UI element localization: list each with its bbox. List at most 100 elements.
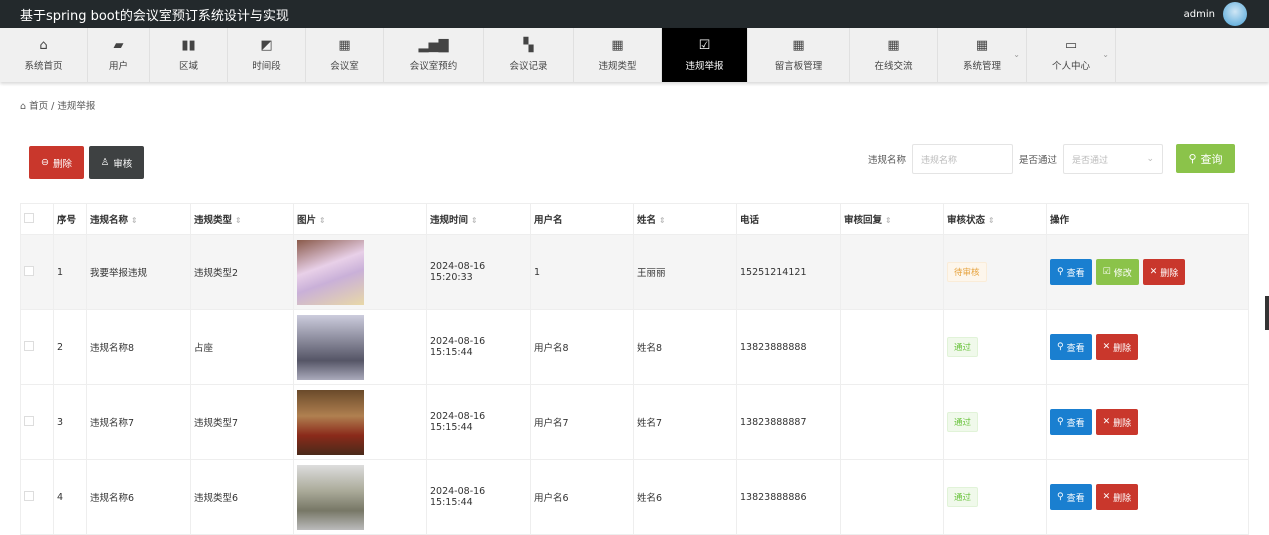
header-label: 序号 xyxy=(57,215,77,226)
breadcrumb-home[interactable]: 首页 xyxy=(29,101,48,112)
type-text: 占座 xyxy=(194,343,214,354)
cell-username: 1 xyxy=(530,234,634,310)
delete-button[interactable]: ✕ 删除 xyxy=(1095,484,1139,510)
pass-filter-placeholder: 是否通过 xyxy=(1072,155,1109,166)
nav-item-11[interactable]: ▦ 系统管理 ⌄ xyxy=(938,28,1027,82)
nav-item-6[interactable]: ▚ 会议记录 xyxy=(484,28,574,82)
audit-button[interactable]: ♙ 审核 xyxy=(89,146,144,179)
breadcrumb-separator: / xyxy=(51,101,55,112)
phone-text: 13823888886 xyxy=(740,491,807,503)
breadcrumb: ⌂ 首页 / 违规举报 xyxy=(20,98,95,112)
cell-realname: 王丽丽 xyxy=(633,234,737,310)
nav-item-3[interactable]: ◩ 时间段 xyxy=(228,28,306,82)
header-label: 违规名称 xyxy=(90,215,129,226)
cell-type: 违规类型2 xyxy=(190,234,294,310)
nav-item-1[interactable]: ▰ 用户 xyxy=(88,28,150,82)
column-header[interactable]: 违规时间 ⇕ xyxy=(426,203,531,235)
cell-name: 违规名称6 xyxy=(86,459,191,535)
column-header[interactable]: 审核回复 ⇕ xyxy=(840,203,944,235)
delete-button[interactable]: ✕ 删除 xyxy=(1142,259,1186,285)
cell-actions: ⚲ 查看 ☑ 修改 ✕ 删除 xyxy=(1046,234,1249,310)
view-button[interactable]: ⚲ 查看 xyxy=(1050,484,1092,510)
column-header[interactable]: 审核状态 ⇕ xyxy=(943,203,1047,235)
cell-no: 3 xyxy=(53,384,87,460)
cell-actions: ⚲ 查看 ✕ 删除 xyxy=(1046,384,1249,460)
name-filter-input[interactable]: 违规名称 xyxy=(912,144,1013,174)
cell-no: 1 xyxy=(53,234,87,310)
grid-icon: ▦ xyxy=(975,37,989,53)
cell-name: 我要举报违规 xyxy=(86,234,191,310)
cell-no: 2 xyxy=(53,309,87,385)
nav-item-7[interactable]: ▦ 违规类型 xyxy=(574,28,662,82)
column-header[interactable]: 违规类型 ⇕ xyxy=(190,203,294,235)
cell-name: 违规名称8 xyxy=(86,309,191,385)
row-checkbox[interactable] xyxy=(24,265,34,276)
time-text: 2024-08-16 15:20:33 xyxy=(430,261,486,283)
name-text: 违规名称6 xyxy=(90,493,135,504)
view-button[interactable]: ⚲ 查看 xyxy=(1050,259,1092,285)
pass-filter-select[interactable]: 是否通过 ⌄ xyxy=(1063,144,1163,174)
view-button[interactable]: ⚲ 查看 xyxy=(1050,334,1092,360)
row-checkbox[interactable] xyxy=(24,340,34,351)
report-image[interactable] xyxy=(297,389,364,455)
user-menu[interactable]: admin xyxy=(1184,2,1269,26)
cell-phone: 13823888887 xyxy=(736,384,841,460)
nav-item-10[interactable]: ▦ 在线交流 xyxy=(850,28,938,82)
sort-icon[interactable]: ⇕ xyxy=(319,216,326,225)
pass-filter-label: 是否通过 xyxy=(1019,155,1058,166)
row-checkbox[interactable] xyxy=(24,415,34,426)
chevron-down-icon: ⌄ xyxy=(1013,50,1020,59)
cell-username: 用户名7 xyxy=(530,384,634,460)
sort-icon[interactable]: ⇕ xyxy=(471,216,478,225)
report-image[interactable] xyxy=(297,239,364,305)
realname-text: 姓名8 xyxy=(637,343,663,354)
header-label: 用户名 xyxy=(534,215,563,226)
nav-item-5[interactable]: ▂▅▇ 会议室预约 xyxy=(384,28,484,82)
delete-button[interactable]: ✕ 删除 xyxy=(1095,334,1139,360)
username-text: 用户名6 xyxy=(534,493,569,504)
reports-table: 序号 违规名称 ⇕ 违规类型 ⇕ 图片 ⇕ 违规时间 ⇕ 用户名 姓名 ⇕ 电话 审核回复 ⇕ 审核状态 ⇕ 操作… xyxy=(20,203,1249,535)
nav-item-8[interactable]: ☑ 违规举报 xyxy=(662,28,748,82)
sort-icon[interactable]: ⇕ xyxy=(235,216,242,225)
cell-time: 2024-08-16 15:15:44 xyxy=(426,309,531,385)
sort-icon[interactable]: ⇕ xyxy=(659,216,666,225)
report-image[interactable] xyxy=(297,314,364,380)
nav-item-2[interactable]: ▮▮ 区域 xyxy=(150,28,228,82)
nav-item-4[interactable]: ▦ 会议室 xyxy=(306,28,384,82)
nav-item-12[interactable]: ▭ 个人中心 ⌄ xyxy=(1027,28,1116,82)
status-badge: 通过 xyxy=(947,412,979,432)
nav-label: 会议记录 xyxy=(509,60,548,72)
time-text: 2024-08-16 15:15:44 xyxy=(430,486,486,508)
no-text: 4 xyxy=(57,491,64,503)
view-button[interactable]: ⚲ 查看 xyxy=(1050,409,1092,435)
chart-line-icon: ◩ xyxy=(260,37,273,53)
header-label: 审核状态 xyxy=(947,215,986,226)
sort-icon[interactable]: ⇕ xyxy=(988,216,995,225)
column-header[interactable]: 图片 ⇕ xyxy=(293,203,427,235)
nav-item-9[interactable]: ▦ 留言板管理 xyxy=(748,28,850,82)
avatar[interactable] xyxy=(1223,2,1247,26)
scrollbar[interactable] xyxy=(1265,296,1269,330)
type-text: 违规类型6 xyxy=(194,493,239,504)
query-label: 查询 xyxy=(1200,152,1223,166)
query-button[interactable]: ⚲ 查询 xyxy=(1176,144,1235,173)
close-icon: ✕ xyxy=(1102,492,1111,502)
report-image[interactable] xyxy=(297,464,364,530)
select-all-checkbox[interactable] xyxy=(24,212,34,223)
sort-icon[interactable]: ⇕ xyxy=(131,216,138,225)
name-filter-label: 违规名称 xyxy=(868,155,907,166)
app-title: 基于spring boot的会议室预订系统设计与实现 xyxy=(20,8,289,24)
bulk-delete-button[interactable]: ⊖ 删除 xyxy=(29,146,84,179)
username: admin xyxy=(1183,8,1215,20)
column-header[interactable]: 违规名称 ⇕ xyxy=(86,203,191,235)
edit-button[interactable]: ☑ 修改 xyxy=(1095,259,1139,285)
row-checkbox[interactable] xyxy=(24,490,34,501)
realname-text: 姓名6 xyxy=(637,493,663,504)
delete-label: 删除 xyxy=(1160,268,1179,279)
sort-icon[interactable]: ⇕ xyxy=(885,216,892,225)
view-label: 查看 xyxy=(1066,493,1085,504)
nav-label: 会议室预约 xyxy=(409,60,458,72)
column-header[interactable]: 姓名 ⇕ xyxy=(633,203,737,235)
nav-item-0[interactable]: ⌂ 系统首页 xyxy=(0,28,88,82)
delete-button[interactable]: ✕ 删除 xyxy=(1095,409,1139,435)
